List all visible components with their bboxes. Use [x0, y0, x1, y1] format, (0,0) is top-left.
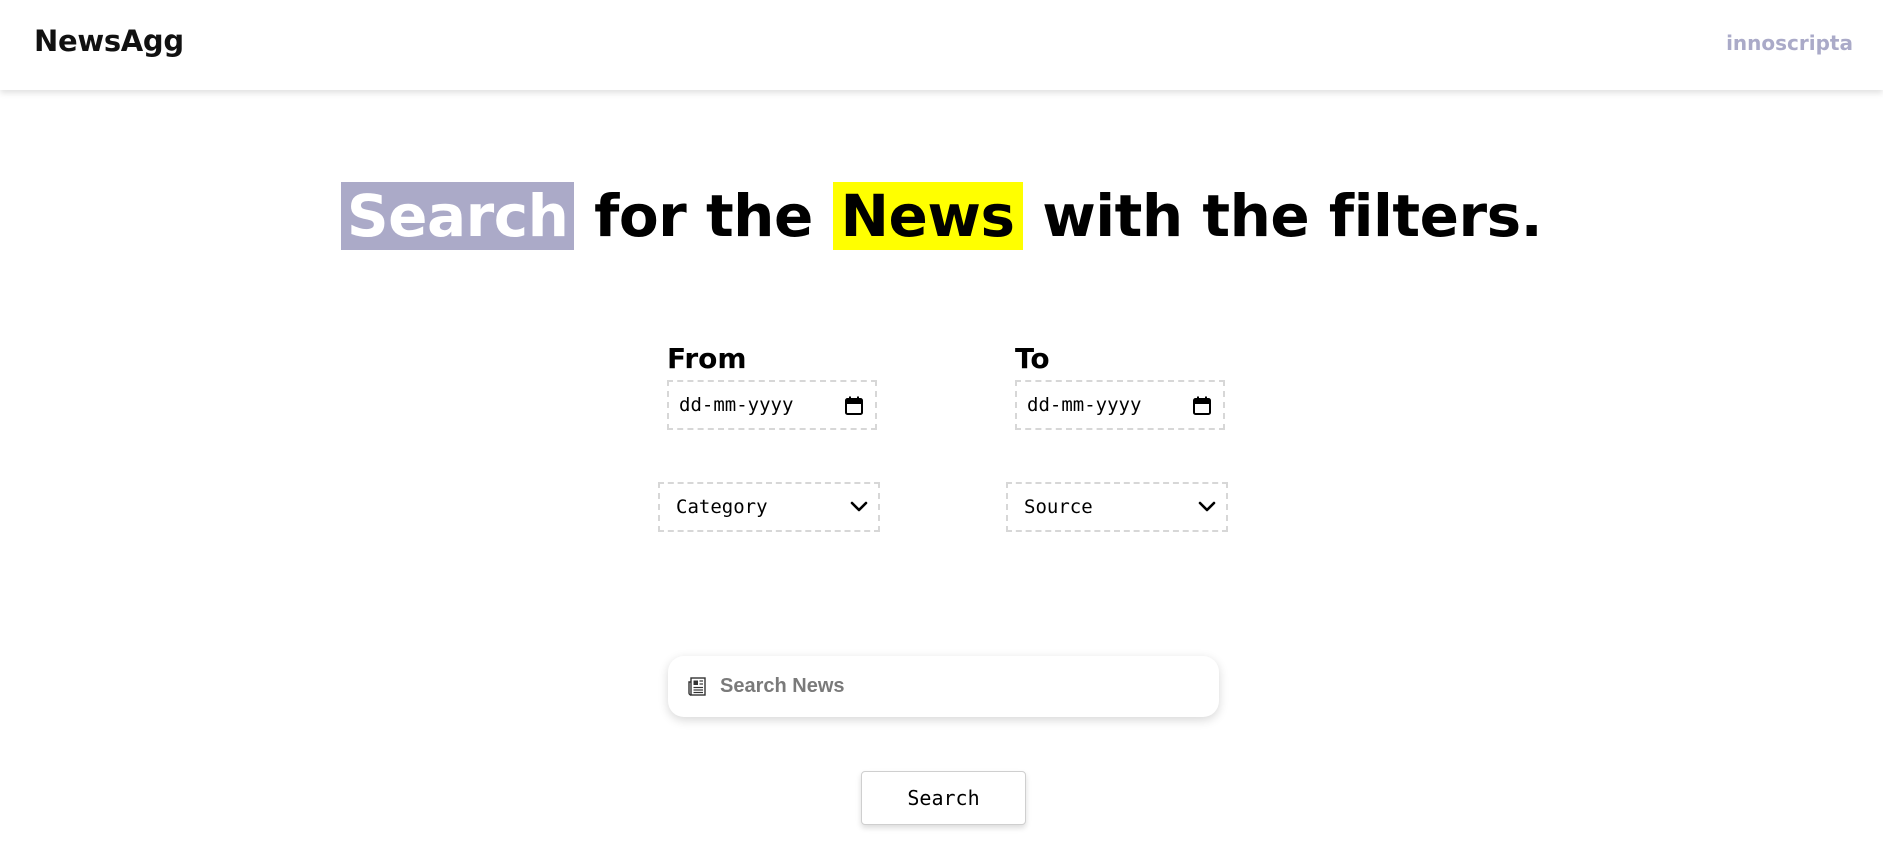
page-headline: Search for the News with the filters.: [0, 176, 1883, 256]
chevron-down-icon: [850, 501, 868, 512]
headline-search-highlight: Search: [340, 182, 575, 250]
to-label: To: [1015, 342, 1050, 375]
calendar-icon[interactable]: [845, 396, 863, 415]
to-date-input[interactable]: dd-mm-yyyy: [1015, 380, 1225, 430]
headline-news-highlight: News: [832, 182, 1023, 250]
calendar-icon[interactable]: [1193, 396, 1211, 415]
source-select[interactable]: Source: [1006, 482, 1228, 532]
headline-mid-text: for the: [574, 182, 833, 250]
from-date-placeholder: dd-mm-yyyy: [679, 394, 794, 416]
search-field[interactable]: [668, 656, 1219, 717]
category-selected-value: Category: [676, 496, 768, 518]
company-link[interactable]: innoscripta: [1726, 31, 1853, 55]
search-button[interactable]: Search: [861, 771, 1026, 825]
search-news-input[interactable]: [718, 666, 1198, 706]
source-selected-value: Source: [1024, 496, 1093, 518]
to-date-placeholder: dd-mm-yyyy: [1027, 394, 1142, 416]
brand-logo[interactable]: NewsAgg: [34, 24, 184, 58]
top-navbar: NewsAgg innoscripta: [0, 0, 1883, 90]
from-date-input[interactable]: dd-mm-yyyy: [667, 380, 877, 430]
category-select[interactable]: Category: [658, 482, 880, 532]
chevron-down-icon: [1198, 501, 1216, 512]
headline-end-text: with the filters.: [1022, 182, 1543, 250]
newspaper-icon: [688, 677, 706, 696]
from-label: From: [667, 342, 747, 375]
